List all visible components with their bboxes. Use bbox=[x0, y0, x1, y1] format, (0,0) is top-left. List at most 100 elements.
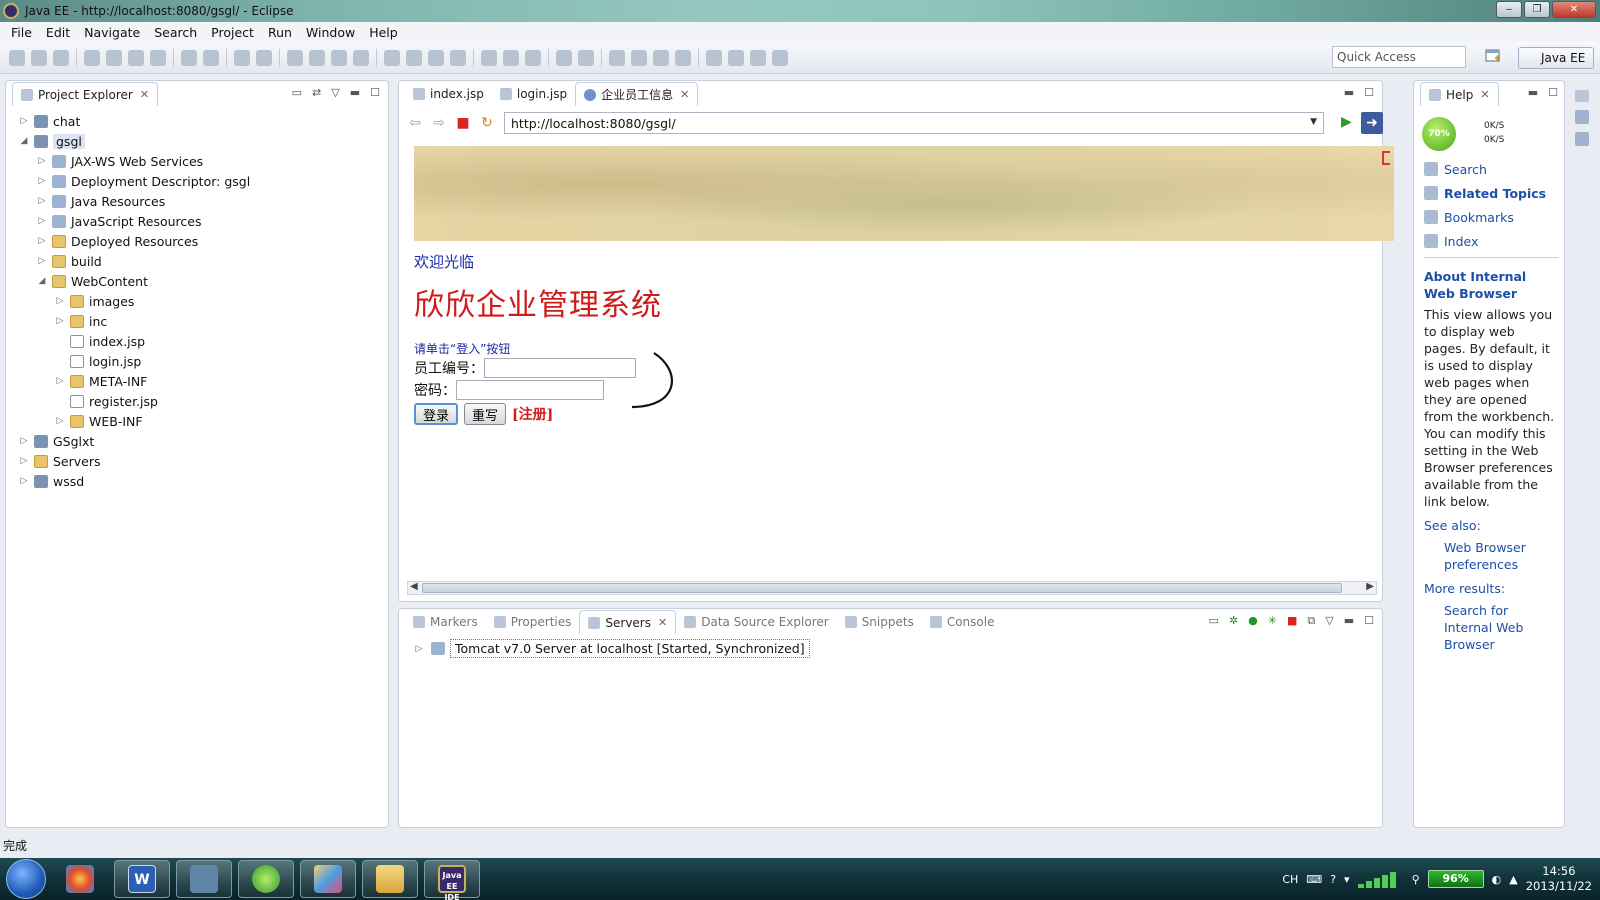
tree-item-gsgl[interactable]: ◢ gsgl bbox=[6, 131, 388, 151]
maximize-icon[interactable]: ☐ bbox=[1364, 86, 1374, 99]
new-web-icon[interactable] bbox=[428, 49, 444, 66]
menu-window[interactable]: Window bbox=[299, 25, 362, 40]
menu-edit[interactable]: Edit bbox=[39, 25, 77, 40]
close-button[interactable]: ✕ bbox=[1552, 1, 1596, 18]
login-button[interactable]: 登录 bbox=[414, 403, 459, 425]
language-indicator[interactable]: CH bbox=[1282, 873, 1298, 886]
forward-icon[interactable] bbox=[653, 49, 669, 66]
close-icon[interactable]: ✕ bbox=[1480, 88, 1489, 101]
new-server-icon[interactable] bbox=[406, 49, 422, 66]
expand-icon[interactable]: ▷ bbox=[36, 236, 48, 246]
show-hidden-icons[interactable]: ▲ bbox=[1509, 873, 1517, 886]
save-icon[interactable] bbox=[31, 49, 47, 66]
back-icon[interactable] bbox=[631, 49, 647, 66]
java-ee-perspective-button[interactable]: Java EE bbox=[1518, 47, 1594, 69]
scroll-left-icon[interactable]: ◀ bbox=[410, 581, 418, 592]
expand-icon[interactable]: ▷ bbox=[54, 416, 66, 426]
collapse-icon[interactable]: ▭ bbox=[1209, 614, 1219, 628]
web-browser-preferences-link[interactable]: Web Browser preferences bbox=[1444, 539, 1559, 573]
tree-item-jax-ws-web-services[interactable]: ▷ JAX-WS Web Services bbox=[6, 151, 388, 171]
wifi-icon[interactable]: ⚲ bbox=[1412, 873, 1420, 886]
view-menu-icon[interactable]: ▽ bbox=[1325, 614, 1333, 628]
maximize-icon[interactable]: ☐ bbox=[1364, 614, 1374, 628]
last-edit-icon[interactable] bbox=[609, 49, 625, 66]
save-all-icon[interactable] bbox=[53, 49, 69, 66]
password-field[interactable] bbox=[456, 380, 604, 400]
menu-navigate[interactable]: Navigate bbox=[77, 25, 147, 40]
disconnect-icon[interactable] bbox=[309, 49, 325, 66]
prev-annotation-icon[interactable] bbox=[578, 49, 594, 66]
help-bookmarks-link[interactable]: Bookmarks bbox=[1424, 205, 1559, 229]
tree-item-gsglxt[interactable]: ▷ GSglxt bbox=[6, 431, 388, 451]
run-icon[interactable] bbox=[353, 49, 369, 66]
chevron-down-icon[interactable]: ▼ bbox=[1310, 117, 1317, 127]
open-external-icon[interactable]: ➜ bbox=[1361, 112, 1383, 134]
tab-data-source-explorer[interactable]: Data Source Explorer bbox=[676, 610, 836, 634]
open-type-icon[interactable] bbox=[450, 49, 466, 66]
publish-icon[interactable]: ⧉ bbox=[1307, 614, 1315, 628]
tree-item-servers[interactable]: ▷ Servers bbox=[6, 451, 388, 471]
scroll-thumb[interactable] bbox=[422, 583, 1342, 593]
tab-login-jsp[interactable]: login.jsp bbox=[492, 82, 575, 106]
expand-icon[interactable]: ▷ bbox=[54, 296, 66, 306]
link-editor-icon[interactable]: ⇄ bbox=[312, 86, 321, 99]
expand-icon[interactable]: ▷ bbox=[18, 116, 30, 126]
minimize-icon[interactable]: ▬ bbox=[1344, 86, 1354, 99]
tab-snippets[interactable]: Snippets bbox=[837, 610, 922, 634]
collapse-icon[interactable]: ◢ bbox=[18, 136, 30, 146]
open-perspective-icon[interactable] bbox=[1483, 46, 1503, 68]
restore-button[interactable]: ❐ bbox=[1524, 1, 1550, 18]
tab-console[interactable]: Console bbox=[922, 610, 1003, 634]
wand-icon[interactable] bbox=[728, 49, 744, 66]
tree-item-wssd[interactable]: ▷ wssd bbox=[6, 471, 388, 491]
debug-icon[interactable] bbox=[331, 49, 347, 66]
battery-indicator[interactable]: 96% bbox=[1427, 870, 1484, 888]
explorer-icon[interactable] bbox=[362, 860, 418, 898]
tree-item-meta-inf[interactable]: ▷ META-INF bbox=[6, 371, 388, 391]
expand-icon[interactable]: ▷ bbox=[54, 376, 66, 386]
close-icon[interactable]: ✕ bbox=[680, 88, 689, 101]
tab-servers[interactable]: Servers ✕ bbox=[579, 610, 677, 634]
menu-help[interactable]: Help bbox=[362, 25, 405, 40]
tree-item-webcontent[interactable]: ◢ WebContent bbox=[6, 271, 388, 291]
redo-icon[interactable] bbox=[203, 49, 219, 66]
help-index-link[interactable]: Index bbox=[1424, 229, 1559, 253]
back-icon[interactable]: ⇦ bbox=[407, 115, 423, 131]
paint-icon[interactable] bbox=[52, 860, 108, 898]
tree-item-index-jsp[interactable]: index.jsp bbox=[6, 331, 388, 351]
minimize-icon[interactable]: ▬ bbox=[1344, 614, 1354, 628]
new-icon[interactable] bbox=[9, 49, 25, 66]
tab-browser[interactable]: 企业员工信息 ✕ bbox=[575, 82, 699, 106]
help-icon[interactable]: ? bbox=[1330, 873, 1336, 886]
collapse-icon[interactable]: ◢ bbox=[36, 276, 48, 286]
menu-search[interactable]: Search bbox=[147, 25, 204, 40]
step-icon[interactable] bbox=[234, 49, 250, 66]
refactor-icon[interactable] bbox=[150, 49, 166, 66]
undo-icon[interactable] bbox=[181, 49, 197, 66]
tree-item-deployment-descriptor-gsgl[interactable]: ▷ Deployment Descriptor: gsgl bbox=[6, 171, 388, 191]
external-tools-icon[interactable] bbox=[384, 49, 400, 66]
expand-icon[interactable]: ▷ bbox=[54, 316, 66, 326]
start-server-icon[interactable]: ● bbox=[1248, 614, 1258, 628]
reset-button[interactable]: 重写 bbox=[464, 403, 507, 425]
expand-icon[interactable]: ▷ bbox=[36, 156, 48, 166]
close-icon[interactable]: ✕ bbox=[658, 616, 667, 629]
menu-file[interactable]: File bbox=[4, 25, 39, 40]
keyboard-icon[interactable]: ⌨ bbox=[1306, 873, 1322, 886]
pin-icon[interactable] bbox=[675, 49, 691, 66]
pause-icon[interactable] bbox=[256, 49, 272, 66]
register-link[interactable]: [注册] bbox=[512, 404, 553, 424]
expand-icon[interactable]: ▷ bbox=[18, 456, 30, 466]
search-icon[interactable] bbox=[503, 49, 519, 66]
scroll-right-icon[interactable]: ▶ bbox=[1366, 581, 1374, 592]
tree-item-build[interactable]: ▷ build bbox=[6, 251, 388, 271]
maximize-icon[interactable]: ☐ bbox=[1548, 86, 1558, 99]
outline-icon[interactable] bbox=[1575, 110, 1589, 124]
link-icon[interactable] bbox=[750, 49, 766, 66]
tab-index-jsp[interactable]: index.jsp bbox=[405, 82, 492, 106]
clock[interactable]: 14:56 2013/11/22 bbox=[1526, 864, 1592, 894]
employee-id-field[interactable] bbox=[484, 358, 636, 378]
tree-item-chat[interactable]: ▷ chat bbox=[6, 111, 388, 131]
tree-item-images[interactable]: ▷ images bbox=[6, 291, 388, 311]
tab-markers[interactable]: Markers bbox=[405, 610, 486, 634]
